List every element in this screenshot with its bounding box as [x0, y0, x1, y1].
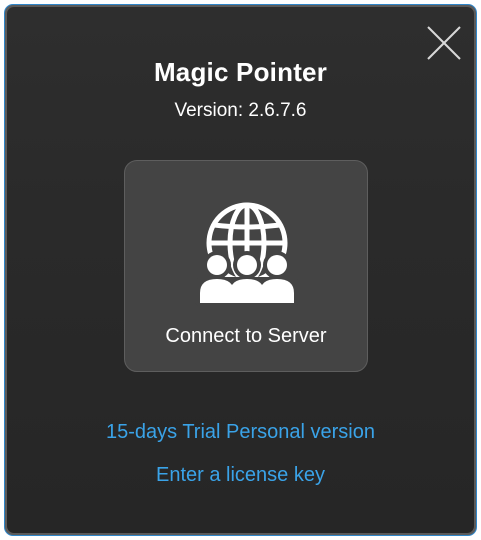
enter-license-key-link-text: Enter a license key	[156, 464, 325, 486]
enter-license-key-link[interactable]: Enter a license key	[7, 464, 474, 487]
app-title: Magic Pointer	[153, 57, 328, 87]
trial-version-link-text: 15-days Trial Personal version	[105, 421, 375, 443]
window-frame: Magic Pointer Version: 2.6.7.6 Connect t…	[4, 4, 477, 536]
trial-version-link[interactable]: 15-days Trial Personal version	[7, 421, 474, 444]
app-version: Version: 2.6.7.6	[174, 100, 307, 121]
globe-users-icon	[194, 202, 300, 307]
about-dialog: Magic Pointer Version: 2.6.7.6 Connect t…	[7, 7, 474, 533]
connect-to-server-label: Connect to Server	[165, 325, 327, 347]
connect-to-server-button[interactable]: Connect to Server	[124, 160, 368, 372]
